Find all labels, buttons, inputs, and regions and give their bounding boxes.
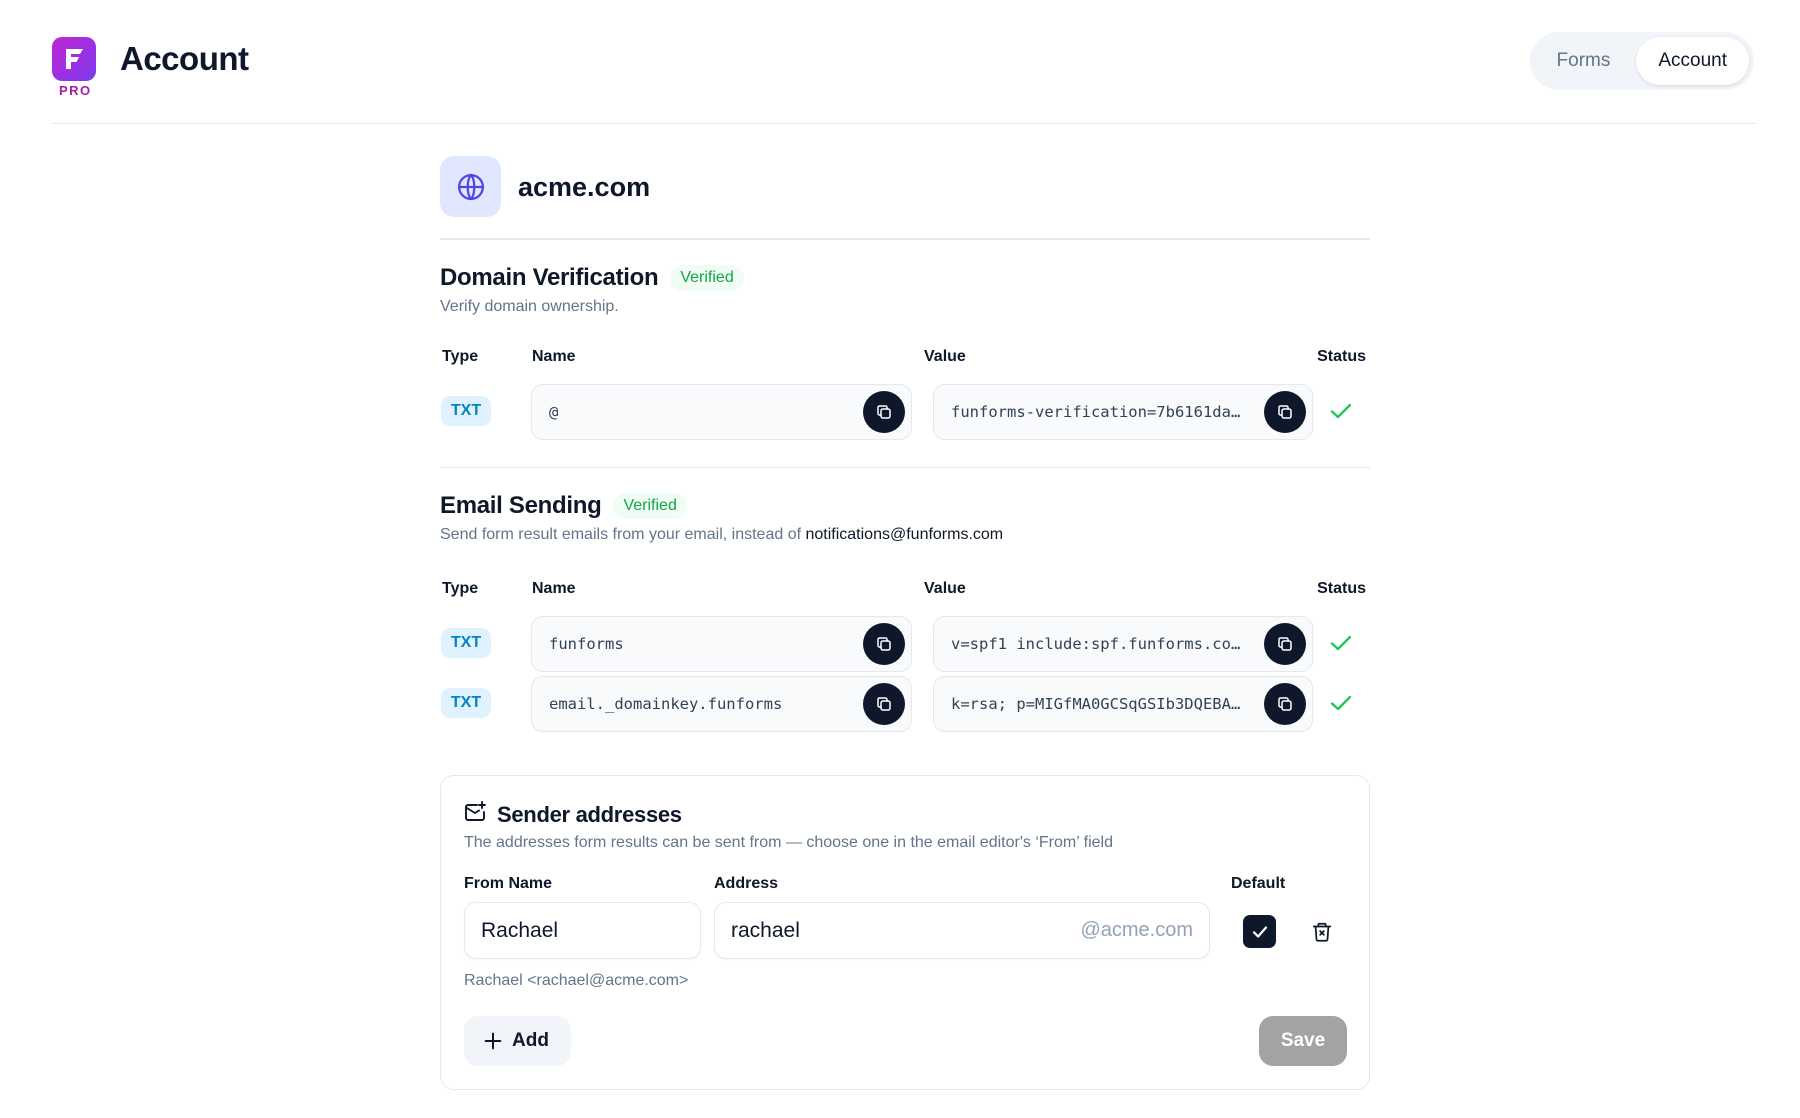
nav-item-forms[interactable]: Forms <box>1535 37 1633 85</box>
sender-addresses-card: Sender addresses The addresses form resu… <box>440 775 1370 1090</box>
column-header-type: Type <box>442 348 479 365</box>
copy-icon <box>1278 637 1292 651</box>
save-button[interactable]: Save <box>1259 1016 1347 1066</box>
copy-button[interactable] <box>863 683 905 725</box>
record-value-field: v=spf1 include:spf.funforms.co… <box>933 616 1313 672</box>
default-label: Default <box>1231 875 1286 892</box>
record-value-field: funforms-verification=7b6161da… <box>933 384 1313 440</box>
card-description: The addresses form results can be sent f… <box>464 834 1113 851</box>
copy-button[interactable] <box>1264 683 1306 725</box>
record-name-field: email._domainkey.funforms <box>531 676 912 732</box>
record-name-field: @ <box>531 384 912 440</box>
section-description: Send form result emails from your email,… <box>440 526 1370 544</box>
domain-name: acme.com <box>518 172 651 202</box>
status-badge: Verified <box>670 265 744 291</box>
table-row: TXT email._domainkey.funforms k=rsa; p=M… <box>440 676 1370 732</box>
address-label: Address <box>714 875 779 892</box>
record-value-field: k=rsa; p=MIGfMA0GCSqGSIb3DQEBA… <box>933 676 1313 732</box>
delete-button[interactable] <box>1307 917 1337 947</box>
copy-icon <box>1278 697 1292 711</box>
check-icon <box>1328 690 1354 716</box>
trash-icon <box>1312 922 1332 942</box>
address-input[interactable]: rachael @acme.com <box>714 902 1210 959</box>
from-name-input[interactable]: Rachael <box>464 902 701 959</box>
page-title: Account <box>120 40 249 77</box>
top-nav: Forms Account <box>1529 32 1754 90</box>
domain-verification-section: Domain Verification Verified Verify doma… <box>440 264 1370 440</box>
plus-icon <box>484 1032 502 1050</box>
status-badge: Verified <box>613 493 687 519</box>
checkmark-icon <box>1252 925 1267 938</box>
record-type-chip: TXT <box>441 688 491 718</box>
from-name-value: Rachael <box>481 918 559 942</box>
table-row: TXT funforms v=spf1 include:spf.funforms… <box>440 616 1370 672</box>
sender-preview: Rachael <rachael@acme.com> <box>464 972 689 989</box>
record-value-text: k=rsa; p=MIGfMA0GCSqGSIb3DQEBA… <box>951 695 1241 713</box>
mail-check-icon <box>463 800 487 829</box>
domain-suffix: @acme.com <box>1080 919 1193 941</box>
record-type-chip: TXT <box>441 396 491 426</box>
check-icon <box>1328 398 1354 424</box>
copy-button[interactable] <box>863 391 905 433</box>
section-description: Verify domain ownership. <box>440 298 619 315</box>
column-header-name: Name <box>532 348 576 365</box>
add-label: Add <box>512 1030 549 1051</box>
pro-badge: PRO <box>59 83 92 98</box>
section-divider <box>440 467 1370 468</box>
email-sending-section: Email Sending Verified Send form result … <box>440 492 1370 732</box>
description-text: Send form result emails from your email,… <box>440 526 806 543</box>
copy-button[interactable] <box>863 623 905 665</box>
logo-icon <box>52 37 96 81</box>
record-name-value: email._domainkey.funforms <box>549 695 783 713</box>
address-value: rachael <box>731 918 800 942</box>
globe-icon <box>440 156 501 217</box>
column-header-status: Status <box>1317 348 1366 365</box>
domain-header: acme.com <box>440 124 1370 240</box>
column-header-status: Status <box>1317 580 1366 597</box>
check-icon <box>1328 630 1354 656</box>
card-title: Sender addresses <box>497 801 682 827</box>
copy-icon <box>877 405 891 419</box>
main-content: acme.com Domain Verification Verified Ve… <box>440 124 1370 1090</box>
from-name-label: From Name <box>464 875 553 892</box>
records-table-header: Type Name Value Status <box>440 580 1370 600</box>
copy-icon <box>1278 405 1292 419</box>
record-value-text: funforms-verification=7b6161da… <box>951 403 1241 421</box>
record-name-field: funforms <box>531 616 912 672</box>
add-sender-button[interactable]: Add <box>464 1016 571 1066</box>
column-header-value: Value <box>924 348 966 365</box>
record-value-text: v=spf1 include:spf.funforms.co… <box>951 635 1241 653</box>
table-row: TXT @ funforms-verification=7b6161da… <box>440 384 1370 440</box>
app-logo[interactable]: PRO <box>52 37 98 99</box>
copy-icon <box>877 697 891 711</box>
copy-icon <box>877 637 891 651</box>
record-name-value: funforms <box>549 635 624 653</box>
record-name-value: @ <box>549 403 559 421</box>
section-title: Email Sending <box>440 492 602 519</box>
default-checkbox[interactable] <box>1243 915 1276 948</box>
records-table-header: Type Name Value Status <box>440 348 1370 368</box>
copy-button[interactable] <box>1264 391 1306 433</box>
app-header: PRO Account Forms Account <box>52 0 1756 124</box>
record-type-chip: TXT <box>441 628 491 658</box>
nav-item-account[interactable]: Account <box>1636 37 1749 85</box>
section-title: Domain Verification <box>440 264 659 291</box>
column-header-name: Name <box>532 580 576 597</box>
column-header-value: Value <box>924 580 966 597</box>
column-header-type: Type <box>442 580 479 597</box>
copy-button[interactable] <box>1264 623 1306 665</box>
default-sender-email: notifications@funforms.com <box>805 526 1004 543</box>
